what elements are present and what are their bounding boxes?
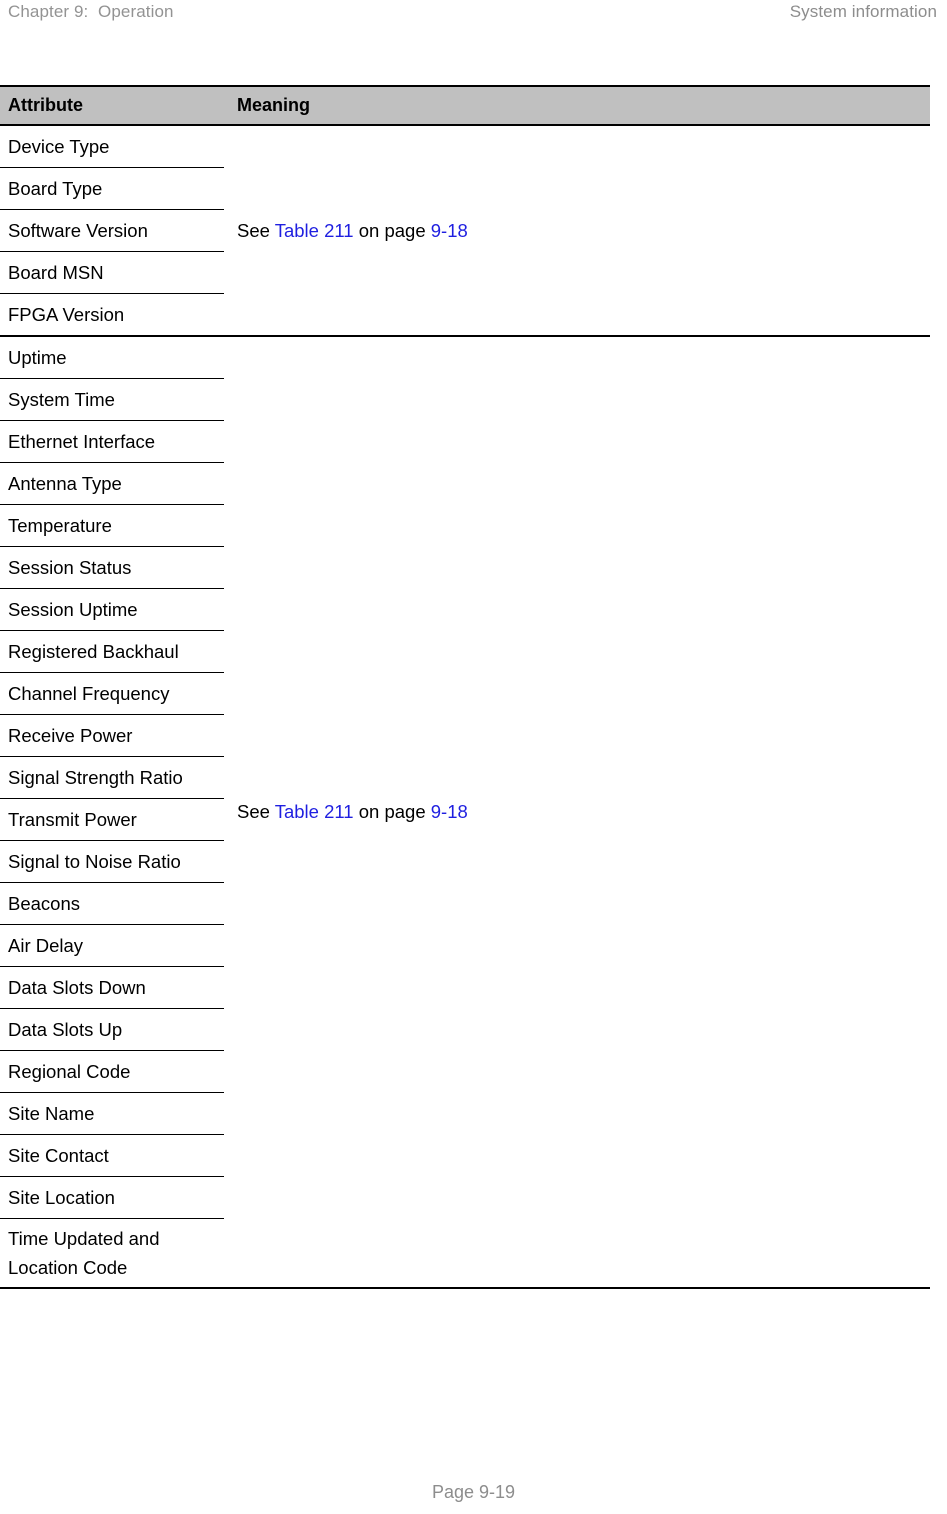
running-header-chapter: Chapter 9: Operation [8,2,174,21]
system-information-table: Attribute Meaning Device Type See Table … [0,85,930,1289]
attribute-label: Session Status [0,546,224,589]
meaning-middle: on page [353,801,431,822]
attribute-label: Data Slots Down [0,966,224,1009]
attribute-label: Board Type [0,167,224,210]
attribute-label: Uptime [0,337,224,379]
attribute-label: Ethernet Interface [0,420,224,463]
page-number: Page 9-19 [431,1482,516,1502]
attribute-label: Site Contact [0,1134,224,1177]
meaning-text: See Table 211 on page 9-18 [237,801,468,822]
attribute-label: Receive Power [0,714,224,757]
page-reference-link[interactable]: 9-18 [431,220,468,241]
attribute-label: Signal Strength Ratio [0,756,224,799]
table-row: Device Type See Table 211 on page 9-18 [0,125,930,241]
meaning-text: See Table 211 on page 9-18 [237,220,468,241]
attribute-label: Device Type [0,125,224,168]
attribute-label: Air Delay [0,924,224,967]
attribute-table-group-2: Uptime See Table 211 on page 9-18 System… [0,337,930,1287]
attribute-label: Board MSN [0,251,224,294]
attribute-label: Signal to Noise Ratio [0,840,224,883]
table-bottom-border [0,1287,930,1289]
attribute-label: Site Name [0,1092,224,1135]
table-header-row: Attribute Meaning [0,85,930,126]
attribute-label: System Time [0,378,224,421]
attribute-label: Antenna Type [0,462,224,505]
attribute-label: Transmit Power [0,798,224,841]
column-header-attribute: Attribute [0,85,224,126]
attribute-label: Session Uptime [0,588,224,631]
meaning-cell-group-2: See Table 211 on page 9-18 [224,337,930,1287]
page-reference-link[interactable]: 9-18 [431,801,468,822]
attribute-label: Regional Code [0,1050,224,1093]
meaning-middle: on page [353,219,431,241]
attribute-label: Site Location [0,1176,224,1219]
attribute-label: Software Version [0,209,224,252]
table-reference-link[interactable]: Table 211 [275,220,354,241]
attribute-label: Time Updated and Location Code [8,1228,160,1278]
attribute-label: Data Slots Up [0,1008,224,1051]
meaning-cell-group-1: See Table 211 on page 9-18 [224,125,930,335]
attribute-label: FPGA Version [8,303,125,325]
attribute-table-group-1: Attribute Meaning Device Type See Table … [0,85,930,335]
table-row: Uptime See Table 211 on page 9-18 [0,337,930,822]
attribute-label: Temperature [0,504,224,547]
attribute-label: Registered Backhaul [0,630,224,673]
meaning-prefix: See [237,219,275,241]
table-reference-link[interactable]: Table 211 [275,801,354,822]
running-header-section: System information [789,2,937,21]
page-footer: Page 9-19 [0,1482,947,1503]
attribute-label: Channel Frequency [0,672,224,715]
running-header: Chapter 9: Operation System information [0,0,947,30]
column-header-meaning: Meaning [224,85,930,126]
meaning-prefix: See [237,801,275,822]
attribute-label: Beacons [0,882,224,925]
